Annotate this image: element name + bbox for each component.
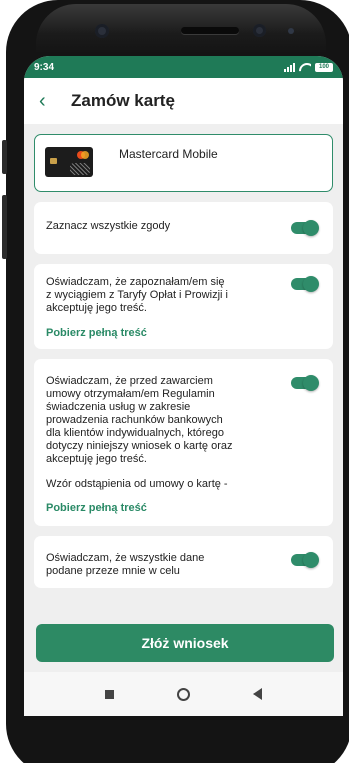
consent-list[interactable]: Mastercard Mobile Zaznacz wszystkie zgod… [24, 124, 343, 624]
download-link[interactable]: Pobierz pełną treść [46, 327, 321, 339]
toggle-switch[interactable] [291, 375, 319, 391]
signal-icon [284, 62, 295, 72]
consent-text: Oświadczam, że wszystkie dane podane prz… [46, 552, 205, 577]
withdrawal-form-text: Wzór odstąpienia od umowy o kartę - [46, 478, 228, 490]
footer: Złóż wniosek [24, 624, 343, 716]
status-bar: 9:34 100 [24, 56, 343, 78]
page-title: Zamów kartę [71, 91, 175, 110]
front-sensor-icon [253, 24, 266, 37]
consent-item-data: Oświadczam, że wszystkie dane podane prz… [34, 536, 333, 588]
chevron-left-icon[interactable]: ‹ [39, 91, 57, 111]
download-link[interactable]: Pobierz pełną treść [46, 502, 321, 514]
front-camera-icon [95, 24, 109, 38]
card-tile[interactable]: Mastercard Mobile [34, 134, 333, 192]
wifi-icon [299, 63, 311, 72]
app-header: ‹ Zamów kartę [24, 78, 343, 124]
battery-level: 100 [318, 63, 329, 70]
battery-icon: 100 [315, 62, 333, 72]
consent-text: Oświadczam, że przed zawarciem umowy otr… [46, 375, 233, 465]
toggle-switch[interactable] [291, 220, 319, 236]
volume-down-button [2, 195, 7, 259]
consent-text: Zaznacz wszystkie zgody [46, 220, 171, 232]
card-name: Mastercard Mobile [119, 147, 218, 161]
volume-up-button [2, 140, 7, 174]
proximity-sensor [288, 28, 294, 34]
consent-text: Oświadczam, że zapoznałam/em się z wycią… [46, 276, 228, 314]
status-icons: 100 [284, 62, 333, 72]
toggle-switch[interactable] [291, 276, 319, 292]
back-triangle-icon[interactable] [252, 688, 262, 700]
consent-item-tariff: Oświadczam, że zapoznałam/em się z wycią… [34, 264, 333, 349]
toggle-switch[interactable] [291, 552, 319, 568]
phone-screen: 9:34 100 ‹ Zamów kartę Mastercard Mobile… [24, 56, 343, 716]
consent-item-regulations: Oświadczam, że przed zawarciem umowy otr… [34, 359, 333, 526]
submit-button[interactable]: Złóż wniosek [36, 624, 334, 662]
consent-item-all: Zaznacz wszystkie zgody [34, 202, 333, 254]
recent-apps-icon[interactable] [105, 689, 115, 699]
home-icon[interactable] [176, 687, 190, 701]
status-time: 9:34 [34, 61, 55, 73]
earpiece-speaker [181, 27, 239, 34]
card-image [45, 147, 93, 177]
android-nav-bar [24, 672, 343, 716]
